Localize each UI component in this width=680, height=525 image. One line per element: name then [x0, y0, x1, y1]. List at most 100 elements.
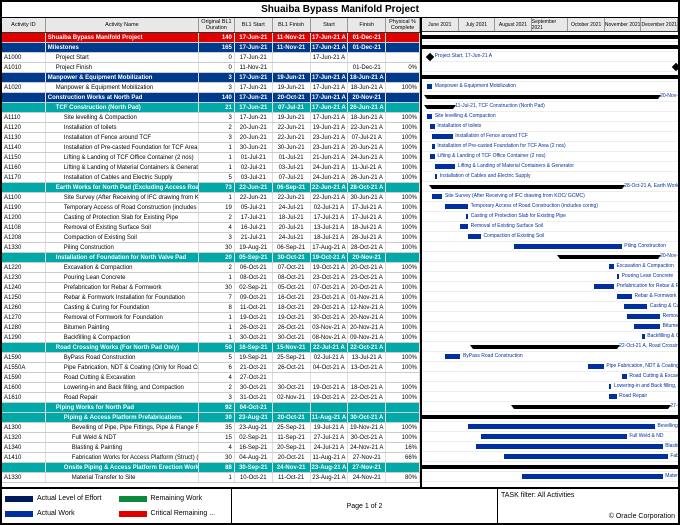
gantt-bar[interactable]	[432, 144, 435, 149]
table-row[interactable]: Road Crossing Works (For North Pad Only)…	[2, 343, 420, 353]
gantt-bar[interactable]	[609, 384, 612, 389]
col-activity-name[interactable]: Activity Name	[46, 18, 199, 32]
table-row[interactable]: Onsite Piping & Access Platform Erection…	[2, 463, 420, 473]
gantt-bar[interactable]	[445, 204, 468, 209]
gantt-bar[interactable]	[481, 434, 627, 439]
col-bl-finish[interactable]: BL1 Finish	[273, 18, 311, 32]
table-row[interactable]: A1330Piling Construction3019-Aug-2106-Se…	[2, 243, 420, 253]
summary-bar	[422, 45, 678, 49]
table-row[interactable]: Shuaiba Bypass Manifold Project14017-Jun…	[2, 33, 420, 43]
table-row[interactable]: A1320Full Weld & NDT1502-Sep-2111-Sep-21…	[2, 433, 420, 443]
table-row[interactable]: A1300Bevelling of Pipe, Pipe Fittings, P…	[2, 423, 420, 433]
gantt-bar[interactable]	[432, 194, 442, 199]
table-row[interactable]: A1340Blasting & Painting416-Sep-2120-Sep…	[2, 443, 420, 453]
gantt-row: Material Tr	[422, 472, 678, 482]
table-row[interactable]: A1108Removal of Existing Surface Soil416…	[2, 223, 420, 233]
table-row[interactable]: A1230Pouring Lean Concrete108-Oct-2108-O…	[2, 273, 420, 283]
table-row[interactable]: Piping Works for North Pad9204-Oct-21	[2, 403, 420, 413]
table-row[interactable]: A1330Material Transfer to Site110-Oct-21…	[2, 473, 420, 483]
cell	[273, 403, 311, 412]
table-row[interactable]: Manpower & Equipment Mobilization317-Jun…	[2, 73, 420, 83]
gantt-bar[interactable]	[430, 124, 435, 129]
table-row[interactable]: Piping & Access Platform Prefabrications…	[2, 413, 420, 423]
gantt-bar[interactable]	[435, 164, 455, 169]
gantt-bar[interactable]	[504, 454, 668, 459]
table-row[interactable]: Earth Works for North Pad (Excluding Acc…	[2, 183, 420, 193]
gantt-bar[interactable]	[609, 264, 614, 269]
table-row[interactable]: A1020Manpower & Equipment Mobilization31…	[2, 83, 420, 93]
table-row[interactable]: A1010Project Finish011-Nov-2101-Dec-210%	[2, 63, 420, 73]
table-row[interactable]: A1000Project Start017-Jun-2117-Jun-21 A	[2, 53, 420, 63]
cell: A1200	[2, 213, 46, 222]
month-header: December 2021	[641, 18, 678, 31]
table-row[interactable]: A1600Lowering-in and Back filling, and C…	[2, 383, 420, 393]
cell	[348, 403, 386, 412]
table-row[interactable]: A1130Installation of Fence around TCF320…	[2, 133, 420, 143]
gantt-bar[interactable]	[642, 334, 645, 339]
table-row[interactable]: Construction Works at North Pad14017-Jun…	[2, 93, 420, 103]
table-row[interactable]: A1250Rebar & Formwork Installation for F…	[2, 293, 420, 303]
table-row[interactable]: A1208Compaction of Existing Soil321-Jul-…	[2, 233, 420, 243]
gantt-bar[interactable]	[427, 114, 432, 119]
table-row[interactable]: A1110Site levelling & Compaction317-Jun-…	[2, 113, 420, 123]
table-row[interactable]: A1170Installation of Cables and Electric…	[2, 173, 420, 183]
table-row[interactable]: A1220Excavation & Compaction206-Oct-2107…	[2, 263, 420, 273]
cell: 15	[199, 433, 235, 442]
table-row[interactable]: A1140Installation of Pre-casted Foundati…	[2, 143, 420, 153]
cell: 11-Aug-21 A	[311, 413, 349, 422]
table-row[interactable]: A1270Removal of Formwork for Foundation1…	[2, 313, 420, 323]
gantt-bar[interactable]	[468, 234, 481, 239]
cell: 80%	[386, 473, 420, 482]
table-row[interactable]: A1100Site Survey (After Receiving of IFC…	[2, 193, 420, 203]
gantt-bar[interactable]	[627, 314, 660, 319]
gantt-bar[interactable]	[430, 154, 435, 159]
cell	[273, 63, 311, 72]
col-start[interactable]: Start	[311, 18, 349, 32]
table-row[interactable]: A1590Road Cutting & Excavation427-Oct-21	[2, 373, 420, 383]
gantt-bar[interactable]	[634, 324, 660, 329]
gantt-bar[interactable]	[622, 374, 627, 379]
gantt-bar[interactable]	[588, 364, 603, 369]
gantt-bar[interactable]	[514, 244, 622, 249]
table-row[interactable]: A1260Casting & Curing for Foundation811-…	[2, 303, 420, 313]
gantt-bar[interactable]	[432, 134, 452, 139]
table-row[interactable]: Installation of Foundation for North Val…	[2, 253, 420, 263]
gantt-bar[interactable]	[624, 304, 647, 309]
col-physical-pct[interactable]: Physical % Complete	[386, 18, 420, 32]
table-row[interactable]: A1200Casting of Protection Slab for Exis…	[2, 213, 420, 223]
table-row[interactable]: A1550APipe Fabrication, NDT & Coating (O…	[2, 363, 420, 373]
col-original-duration[interactable]: Original BL1 Duration	[199, 18, 235, 32]
gantt-bar[interactable]	[522, 474, 663, 479]
gantt-bar[interactable]	[445, 354, 460, 359]
col-finish[interactable]: Finish	[348, 18, 386, 32]
table-row[interactable]: Milestones16517-Jun-2111-Nov-2117-Jun-21…	[2, 43, 420, 53]
gantt-bar[interactable]	[468, 424, 655, 429]
gantt-bar[interactable]	[594, 284, 614, 289]
gantt-bar[interactable]	[435, 174, 438, 179]
gantt-bar[interactable]	[617, 294, 632, 299]
cell: 02-Sep-21	[235, 283, 273, 292]
col-bl-start[interactable]: BL1 Start	[235, 18, 273, 32]
table-row[interactable]: TCF Construction (North Pad)2117-Jun-210…	[2, 103, 420, 113]
table-row[interactable]: A1160Lifting & Landing of Material Conta…	[2, 163, 420, 173]
table-row[interactable]: A1610Road Repair331-Oct-2102-Nov-2119-Oc…	[2, 393, 420, 403]
table-row[interactable]: A1190Temporary Access of Road Constructi…	[2, 203, 420, 213]
table-row[interactable]: A1120Installation of toilets220-Jun-2122…	[2, 123, 420, 133]
gantt-bar[interactable]	[466, 214, 469, 219]
table-row[interactable]: A1590ByPass Road Construction519-Sep-212…	[2, 353, 420, 363]
gantt-bar[interactable]	[617, 274, 620, 279]
table-row[interactable]: A1410Fabrication Works for Access Platfo…	[2, 453, 420, 463]
table-row[interactable]: A1290Backfilling & Compaction130-Oct-213…	[2, 333, 420, 343]
table-row[interactable]: A1280Bitumen Painting126-Oct-2126-Oct-21…	[2, 323, 420, 333]
gantt-bar[interactable]	[460, 224, 468, 229]
gantt-bar[interactable]	[609, 394, 617, 399]
col-activity-id[interactable]: Activity ID	[2, 18, 46, 32]
cell: A1340	[2, 443, 46, 452]
table-row[interactable]: A1240Prefabrication for Rebar & Formwork…	[2, 283, 420, 293]
cell: 30-Oct-21 A	[311, 313, 349, 322]
cell	[311, 373, 349, 382]
cell: 17-Jul-21 A	[311, 213, 349, 222]
gantt-bar[interactable]	[427, 84, 432, 89]
table-row[interactable]: A1150Lifting & Landing of TCF Office Con…	[2, 153, 420, 163]
gantt-bar[interactable]	[476, 444, 663, 449]
